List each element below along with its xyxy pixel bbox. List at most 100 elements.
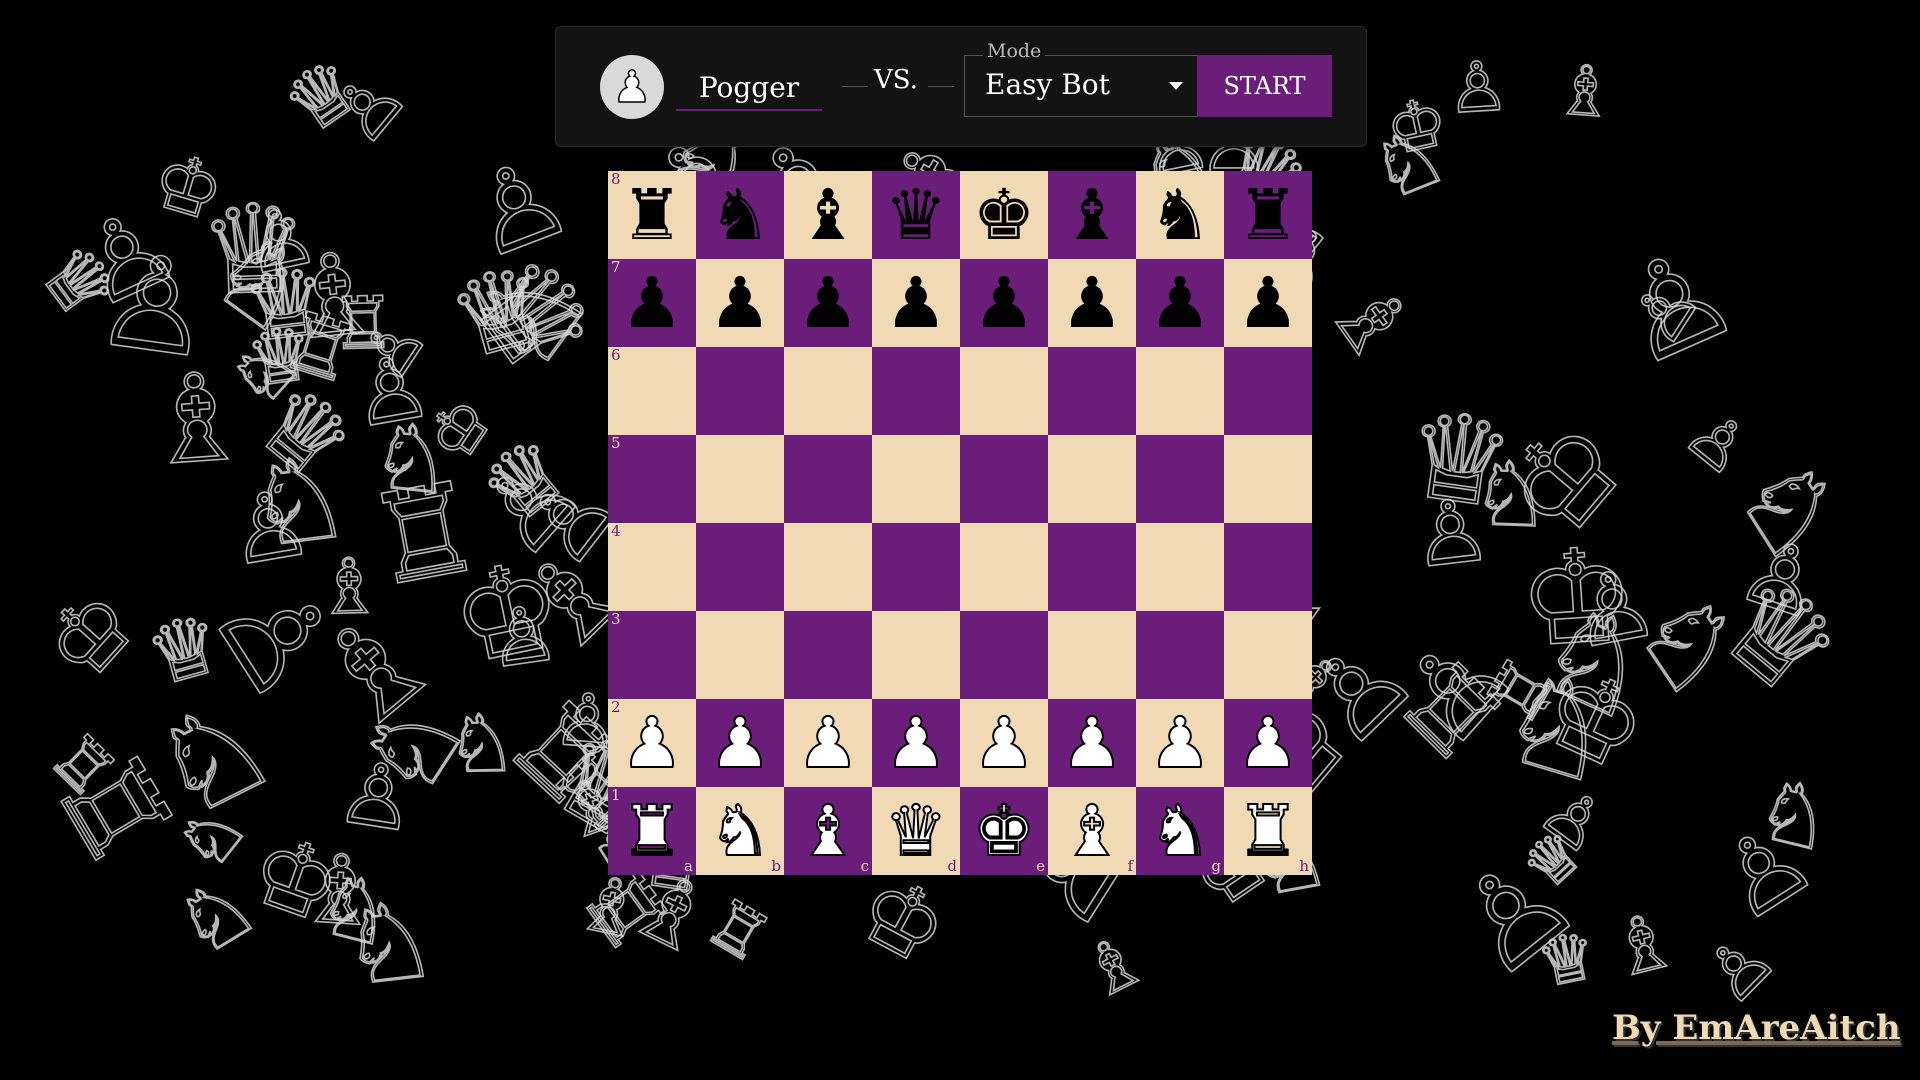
square-g8[interactable]: ♞ <box>1136 171 1224 259</box>
white-pawn-icon[interactable]: ♟ <box>1148 707 1213 779</box>
square-a2[interactable]: 2 ♟ <box>608 699 696 787</box>
square-e3[interactable] <box>960 611 1048 699</box>
square-e5[interactable] <box>960 435 1048 523</box>
square-f2[interactable]: ♟ <box>1048 699 1136 787</box>
square-h3[interactable] <box>1224 611 1312 699</box>
square-b3[interactable] <box>696 611 784 699</box>
white-knight-icon[interactable]: ♞ <box>1148 795 1213 867</box>
square-e7[interactable]: ♟ <box>960 259 1048 347</box>
square-h7[interactable]: ♟ <box>1224 259 1312 347</box>
black-knight-icon[interactable]: ♞ <box>709 180 772 250</box>
square-e4[interactable] <box>960 523 1048 611</box>
square-b7[interactable]: ♟ <box>696 259 784 347</box>
square-c3[interactable] <box>784 611 872 699</box>
black-knight-icon[interactable]: ♞ <box>1149 180 1212 250</box>
player-avatar[interactable]: ♟ <box>600 55 664 119</box>
square-h8[interactable]: ♜ <box>1224 171 1312 259</box>
square-g7[interactable]: ♟ <box>1136 259 1224 347</box>
square-h2[interactable]: ♟ <box>1224 699 1312 787</box>
square-a8[interactable]: 8 ♜ <box>608 171 696 259</box>
square-b5[interactable] <box>696 435 784 523</box>
white-bishop-icon[interactable]: ♝ <box>796 795 861 867</box>
square-g1[interactable]: g ♞ <box>1136 787 1224 875</box>
square-c2[interactable]: ♟ <box>784 699 872 787</box>
black-bishop-icon[interactable]: ♝ <box>797 180 860 250</box>
black-king-icon[interactable]: ♚ <box>973 180 1036 250</box>
black-pawn-icon[interactable]: ♟ <box>709 268 772 338</box>
black-pawn-icon[interactable]: ♟ <box>885 268 948 338</box>
white-pawn-icon[interactable]: ♟ <box>1060 707 1125 779</box>
square-f5[interactable] <box>1048 435 1136 523</box>
square-e2[interactable]: ♟ <box>960 699 1048 787</box>
white-pawn-icon[interactable]: ♟ <box>708 707 773 779</box>
square-g5[interactable] <box>1136 435 1224 523</box>
square-g2[interactable]: ♟ <box>1136 699 1224 787</box>
mode-select[interactable]: Mode Easy Bot <box>964 40 1202 117</box>
square-h6[interactable] <box>1224 347 1312 435</box>
white-pawn-icon[interactable]: ♟ <box>620 707 685 779</box>
white-queen-icon[interactable]: ♛ <box>884 795 949 867</box>
white-pawn-icon[interactable]: ♟ <box>796 707 861 779</box>
square-f3[interactable] <box>1048 611 1136 699</box>
square-h1[interactable]: h ♜ <box>1224 787 1312 875</box>
square-d2[interactable]: ♟ <box>872 699 960 787</box>
square-f6[interactable] <box>1048 347 1136 435</box>
square-d6[interactable] <box>872 347 960 435</box>
square-g4[interactable] <box>1136 523 1224 611</box>
square-d7[interactable]: ♟ <box>872 259 960 347</box>
square-g3[interactable] <box>1136 611 1224 699</box>
square-b4[interactable] <box>696 523 784 611</box>
credit-link[interactable]: By EmAreAitch <box>1612 1008 1901 1048</box>
square-c1[interactable]: c ♝ <box>784 787 872 875</box>
white-rook-icon[interactable]: ♜ <box>620 795 685 867</box>
black-pawn-icon[interactable]: ♟ <box>973 268 1036 338</box>
square-a1[interactable]: 1 a ♜ <box>608 787 696 875</box>
square-f4[interactable] <box>1048 523 1136 611</box>
white-rook-icon[interactable]: ♜ <box>1236 795 1301 867</box>
square-c5[interactable] <box>784 435 872 523</box>
square-f1[interactable]: f ♝ <box>1048 787 1136 875</box>
square-f7[interactable]: ♟ <box>1048 259 1136 347</box>
player-name-input[interactable]: Pogger <box>676 57 822 111</box>
white-king-icon[interactable]: ♚ <box>972 795 1037 867</box>
black-rook-icon[interactable]: ♜ <box>621 180 684 250</box>
square-c6[interactable] <box>784 347 872 435</box>
square-a4[interactable]: 4 <box>608 523 696 611</box>
square-f8[interactable]: ♝ <box>1048 171 1136 259</box>
square-d5[interactable] <box>872 435 960 523</box>
black-pawn-icon[interactable]: ♟ <box>1237 268 1300 338</box>
square-e6[interactable] <box>960 347 1048 435</box>
square-b8[interactable]: ♞ <box>696 171 784 259</box>
square-g6[interactable] <box>1136 347 1224 435</box>
square-h5[interactable] <box>1224 435 1312 523</box>
square-d1[interactable]: d ♛ <box>872 787 960 875</box>
white-pawn-icon[interactable]: ♟ <box>884 707 949 779</box>
square-c8[interactable]: ♝ <box>784 171 872 259</box>
square-h4[interactable] <box>1224 523 1312 611</box>
black-bishop-icon[interactable]: ♝ <box>1061 180 1124 250</box>
white-pawn-icon[interactable]: ♟ <box>972 707 1037 779</box>
square-a3[interactable]: 3 <box>608 611 696 699</box>
black-queen-icon[interactable]: ♛ <box>885 180 948 250</box>
square-b6[interactable] <box>696 347 784 435</box>
square-a6[interactable]: 6 <box>608 347 696 435</box>
white-knight-icon[interactable]: ♞ <box>708 795 773 867</box>
square-e8[interactable]: ♚ <box>960 171 1048 259</box>
square-a7[interactable]: 7 ♟ <box>608 259 696 347</box>
white-bishop-icon[interactable]: ♝ <box>1060 795 1125 867</box>
square-c7[interactable]: ♟ <box>784 259 872 347</box>
square-c4[interactable] <box>784 523 872 611</box>
square-a5[interactable]: 5 <box>608 435 696 523</box>
start-button[interactable]: START <box>1197 55 1332 117</box>
white-pawn-icon[interactable]: ♟ <box>1236 707 1301 779</box>
black-pawn-icon[interactable]: ♟ <box>1149 268 1212 338</box>
black-pawn-icon[interactable]: ♟ <box>797 268 860 338</box>
black-pawn-icon[interactable]: ♟ <box>1061 268 1124 338</box>
square-b1[interactable]: b ♞ <box>696 787 784 875</box>
square-e1[interactable]: e ♚ <box>960 787 1048 875</box>
black-pawn-icon[interactable]: ♟ <box>621 268 684 338</box>
square-d3[interactable] <box>872 611 960 699</box>
black-rook-icon[interactable]: ♜ <box>1237 180 1300 250</box>
square-b2[interactable]: ♟ <box>696 699 784 787</box>
square-d8[interactable]: ♛ <box>872 171 960 259</box>
